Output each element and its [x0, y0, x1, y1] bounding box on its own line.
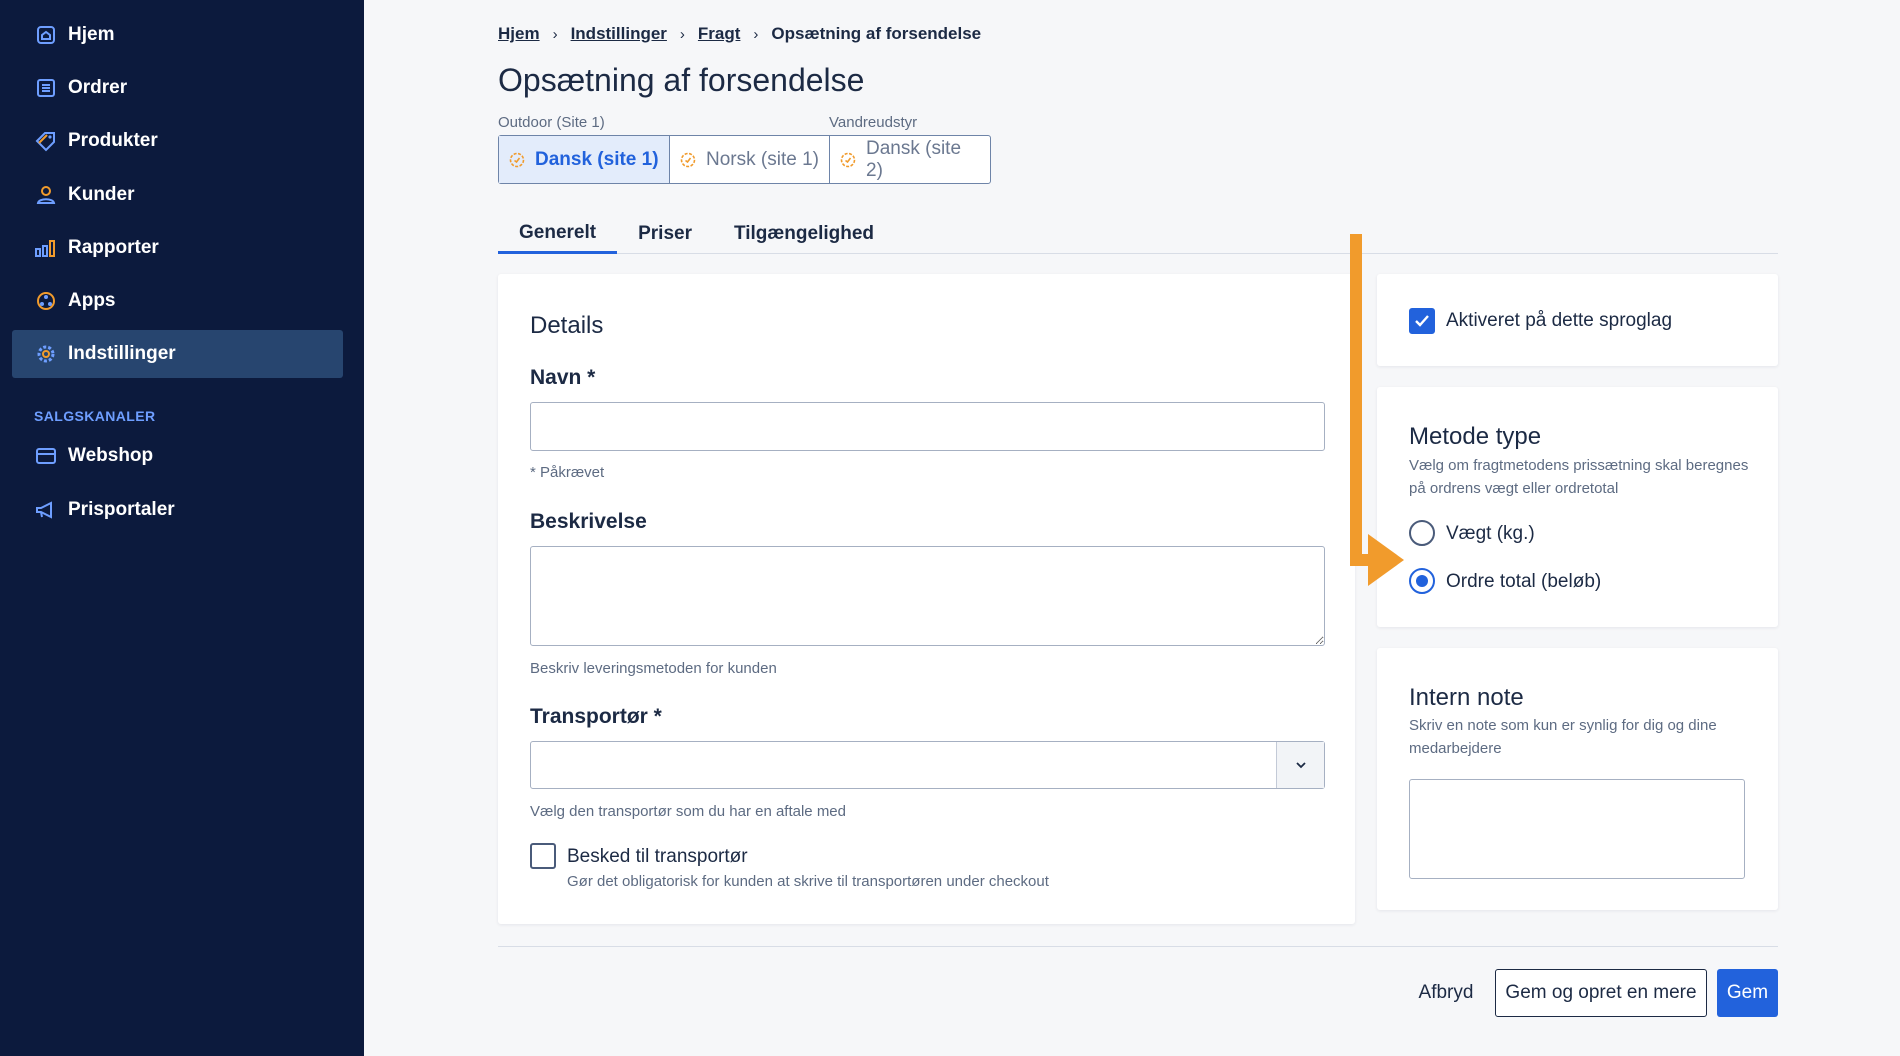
carrier-select[interactable]: [530, 741, 1325, 789]
save-button[interactable]: Gem: [1717, 969, 1778, 1017]
message-to-carrier-help: Gør det obligatorisk for kunden at skriv…: [567, 873, 1049, 890]
message-to-carrier-checkbox[interactable]: [530, 843, 556, 869]
bar-chart-icon: [34, 236, 58, 260]
carrier-label: Transportør *: [530, 705, 662, 728]
sidebar-item-label: Produkter: [68, 130, 158, 151]
user-icon: [34, 183, 58, 207]
message-to-carrier-label: Besked til transportør: [567, 846, 748, 867]
sidebar-item-label: Apps: [68, 290, 116, 311]
sidebar-item-label: Hjem: [68, 24, 115, 45]
language-tabs: Dansk (site 1) Norsk (site 1) Dansk (sit…: [498, 135, 991, 184]
apps-icon: [34, 289, 58, 313]
details-card: Details Navn * * Påkrævet Beskrivelse Be…: [498, 274, 1355, 924]
site-label-outdoor: Outdoor (Site 1): [498, 114, 605, 131]
method-type-card: Metode type Vælg om fragtmetodens prissæ…: [1377, 387, 1778, 627]
order-total-radio-label: Ordre total (beløb): [1446, 571, 1602, 592]
gear-icon: [34, 342, 58, 366]
method-type-description: Vælg om fragtmetodens prissætning skal b…: [1409, 457, 1749, 497]
breadcrumb-link-hjem[interactable]: Hjem: [498, 24, 540, 44]
check-icon: [1415, 315, 1429, 327]
language-tab-dansk-site-2[interactable]: Dansk (site 2): [830, 136, 990, 183]
description-textarea[interactable]: [530, 546, 1325, 646]
clock-icon: [680, 152, 696, 168]
name-label: Navn *: [530, 366, 596, 389]
internal-note-textarea[interactable]: [1409, 779, 1745, 879]
language-tab-dansk-site-1[interactable]: Dansk (site 1): [499, 136, 670, 183]
language-tab-label: Dansk (site 1): [535, 148, 659, 170]
clock-icon: [509, 152, 525, 168]
language-tab-norsk-site-1[interactable]: Norsk (site 1): [670, 136, 830, 183]
details-title: Details: [530, 312, 604, 339]
internal-note-description: Skriv en note som kun er synlig for dig …: [1409, 717, 1717, 757]
carrier-help: Vælg den transportør som du har en aftal…: [530, 803, 846, 820]
sidebar-item-kunder[interactable]: Kunder: [12, 171, 343, 219]
description-label: Beskrivelse: [530, 510, 647, 533]
activation-label: Aktiveret på dette sproglag: [1446, 310, 1673, 331]
language-tab-label: Dansk (site 2): [866, 137, 962, 181]
carrier-select-toggle[interactable]: [1276, 742, 1324, 788]
annotation-arrow-icon: [1350, 234, 1404, 586]
site-label-vandreudstyr: Vandreudstyr: [829, 114, 918, 131]
sidebar-item-rapporter[interactable]: Rapporter: [12, 224, 343, 272]
weight-radio[interactable]: [1409, 520, 1435, 546]
activation-checkbox[interactable]: [1409, 308, 1435, 334]
sidebar-item-ordrer[interactable]: Ordrer: [12, 64, 343, 112]
chevron-right-icon: ›: [552, 25, 558, 43]
sidebar-item-webshop[interactable]: Webshop: [12, 432, 343, 480]
name-help: * Påkrævet: [530, 464, 605, 481]
method-type-title: Metode type: [1409, 423, 1542, 450]
sidebar-item-apps[interactable]: Apps: [12, 277, 343, 325]
sidebar-item-label: Prisportaler: [68, 499, 175, 520]
tag-icon: [34, 129, 58, 153]
sidebar-item-label: Webshop: [68, 445, 154, 466]
internal-note-card: Intern note Skriv en note som kun er syn…: [1377, 648, 1778, 910]
breadcrumb-link-fragt[interactable]: Fragt: [698, 24, 741, 44]
weight-radio-label: Vægt (kg.): [1446, 523, 1535, 544]
breadcrumb-link-indstillinger[interactable]: Indstillinger: [571, 24, 667, 44]
chevron-down-icon: [1295, 756, 1307, 774]
language-tab-label: Norsk (site 1): [706, 148, 819, 170]
clock-icon: [840, 152, 856, 168]
sidebar-section-label: SALGSKANALER: [34, 408, 156, 424]
name-input[interactable]: [530, 402, 1325, 451]
sidebar-item-hjem[interactable]: Hjem: [12, 11, 343, 59]
activation-card: Aktiveret på dette sproglag: [1377, 274, 1778, 366]
breadcrumb-current: Opsætning af forsendelse: [771, 24, 982, 43]
order-total-radio[interactable]: [1409, 568, 1435, 594]
sidebar-item-prisportaler[interactable]: Prisportaler: [12, 486, 343, 534]
orders-icon: [34, 76, 58, 100]
save-and-new-button[interactable]: Gem og opret en mere: [1495, 969, 1707, 1017]
internal-note-title: Intern note: [1409, 684, 1524, 711]
chevron-right-icon: ›: [679, 25, 685, 43]
chevron-right-icon: ›: [753, 25, 759, 43]
page-title: Opsætning af forsendelse: [498, 62, 865, 98]
sidebar: Hjem Ordrer Produkter Kunder Rapporter A…: [0, 0, 364, 1056]
sidebar-item-produkter[interactable]: Produkter: [12, 117, 343, 165]
sidebar-item-label: Ordrer: [68, 77, 128, 98]
cancel-button[interactable]: Afbryd: [1405, 969, 1487, 1017]
tab-tilgaengelighed[interactable]: Tilgængelighed: [713, 214, 895, 254]
sidebar-item-label: Kunder: [68, 184, 135, 205]
home-icon: [34, 23, 58, 47]
megaphone-icon: [34, 498, 58, 522]
footer-divider: [498, 946, 1778, 947]
webshop-icon: [34, 444, 58, 468]
description-help: Beskriv leveringsmetoden for kunden: [530, 660, 777, 677]
tab-generelt[interactable]: Generelt: [498, 214, 618, 254]
section-tabs: Generelt Priser Tilgængelighed: [498, 214, 1778, 254]
sidebar-item-label: Rapporter: [68, 237, 159, 258]
tab-priser[interactable]: Priser: [617, 214, 713, 254]
sidebar-item-indstillinger[interactable]: Indstillinger: [12, 330, 343, 378]
sidebar-item-label: Indstillinger: [68, 343, 176, 364]
breadcrumb: Hjem › Indstillinger › Fragt › Opsætning…: [498, 24, 981, 44]
